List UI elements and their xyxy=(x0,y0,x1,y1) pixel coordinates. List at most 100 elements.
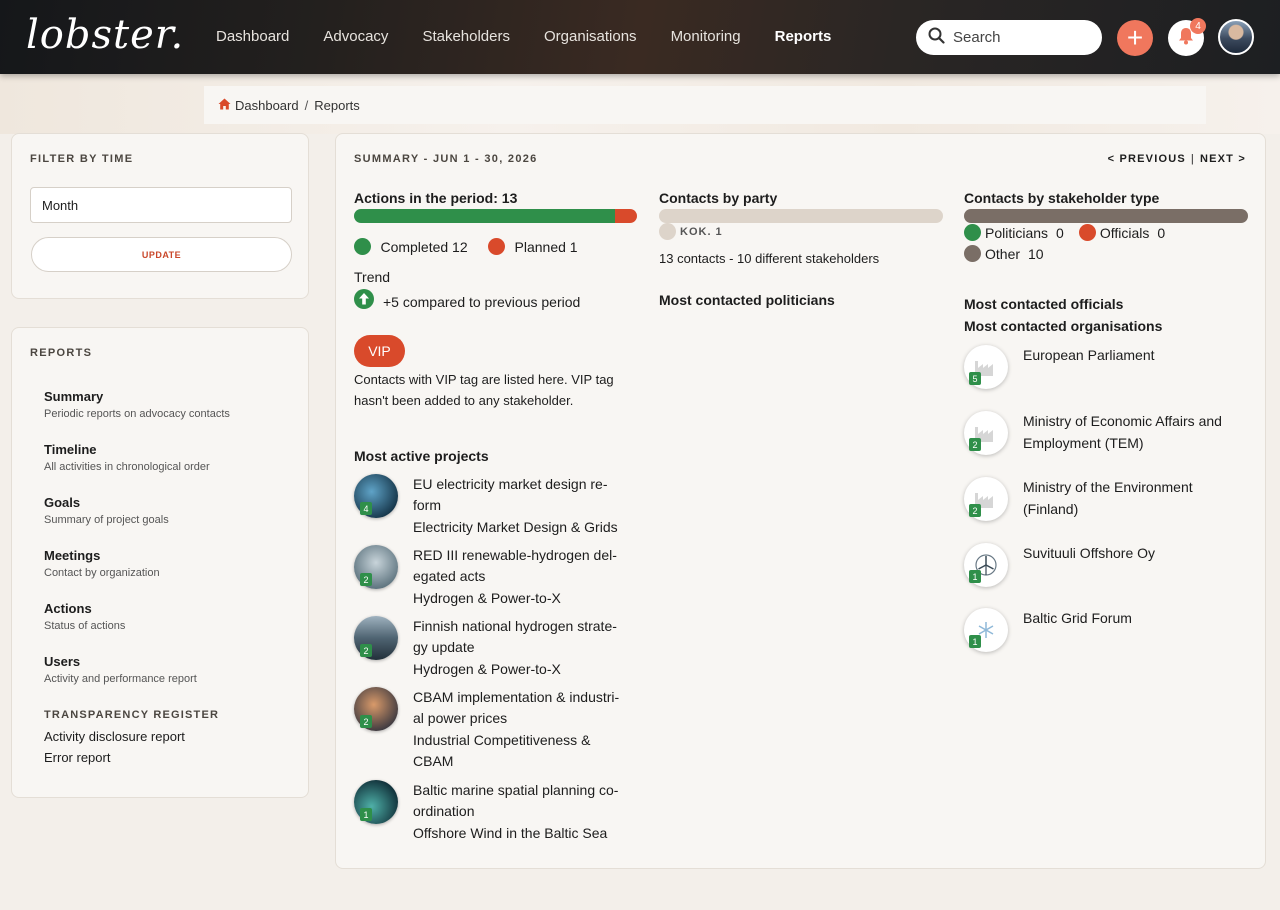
party-dot xyxy=(659,223,676,240)
organisation-name-line: Ministry of Economic Affairs and xyxy=(1023,413,1222,429)
organisation-name-line: European Parliament xyxy=(1023,347,1155,363)
stakeholder-type-bar xyxy=(964,209,1248,223)
nav-reports[interactable]: Reports xyxy=(775,28,832,45)
project-text: Finnish national hydrogen strate- gy upd… xyxy=(413,616,645,680)
report-item-desc: Status of actions xyxy=(44,620,126,632)
contacts-by-party-heading: Contacts by party xyxy=(659,190,778,206)
report-item-desc: All activities in chronological order xyxy=(44,461,210,473)
planned-dot xyxy=(488,238,506,256)
other-label: Other xyxy=(985,245,1021,262)
organisation-name: Ministry of the Environment (Finland) xyxy=(1023,477,1251,520)
most-active-projects-heading: Most active projects xyxy=(354,448,489,464)
organisation-count-badge: 1 xyxy=(969,635,981,648)
project-title-line: CBAM implementation & industri- xyxy=(413,689,620,705)
add-button[interactable]: + xyxy=(1117,20,1153,56)
nav-stakeholders[interactable]: Stakeholders xyxy=(422,28,510,45)
search-input[interactable] xyxy=(953,29,1083,46)
activity-disclosure-report-link[interactable]: Activity disclosure report xyxy=(44,729,185,744)
transparency-register-title: TRANSPARENCY REGISTER xyxy=(44,709,220,721)
reports-panel: REPORTS Summary Periodic reports on advo… xyxy=(11,327,309,798)
filter-by-time-panel: FILTER BY TIME Month UPDATE xyxy=(11,133,309,299)
vip-description-line: hasn't been added to any stakeholder. xyxy=(354,393,574,408)
filter-title: FILTER BY TIME xyxy=(30,153,134,165)
breadcrumb: Dashboard / Reports xyxy=(204,86,1206,124)
organisation-name: Ministry of Economic Affairs and Employm… xyxy=(1023,411,1251,454)
report-item-desc: Contact by organization xyxy=(44,567,160,579)
officials-dot xyxy=(1078,224,1096,241)
project-text: CBAM implementation & industri- al power… xyxy=(413,687,645,772)
project-title-line: Finnish national hydrogen strate- xyxy=(413,618,617,634)
other-dot xyxy=(964,245,981,262)
report-item-title: Users xyxy=(44,654,81,669)
next-link[interactable]: NEXT > xyxy=(1200,153,1246,165)
update-button[interactable]: UPDATE xyxy=(31,237,292,272)
project-count-badge: 1 xyxy=(360,808,372,821)
report-item-goals[interactable]: Goals Summary of project goals xyxy=(44,495,169,526)
most-contacted-politicians-heading: Most contacted politicians xyxy=(659,292,835,308)
report-item-timeline[interactable]: Timeline All activities in chronological… xyxy=(44,442,210,473)
error-report-link[interactable]: Error report xyxy=(44,750,110,765)
party-legend: KOK. 1 xyxy=(659,223,723,240)
project-title-line: form xyxy=(413,497,441,514)
home-icon[interactable] xyxy=(218,98,231,113)
report-item-users[interactable]: Users Activity and performance report xyxy=(44,654,197,685)
project-title-line: al power prices xyxy=(413,710,508,727)
organisation-name-line: Suvituuli Offshore Oy xyxy=(1023,545,1156,561)
search-icon xyxy=(928,27,945,49)
politicians-dot xyxy=(964,224,981,241)
organisation-name: Baltic Grid Forum xyxy=(1023,608,1251,630)
nav-organisations[interactable]: Organisations xyxy=(544,28,637,45)
project-title-line: EU electricity market design re- xyxy=(413,476,608,492)
party-bar xyxy=(659,209,943,223)
organisation-name: European Parliament xyxy=(1023,345,1251,367)
report-item-title: Goals xyxy=(44,495,81,510)
breadcrumb-current: Reports xyxy=(314,97,360,113)
report-item-actions[interactable]: Actions Status of actions xyxy=(44,601,125,632)
nav-dashboard[interactable]: Dashboard xyxy=(216,28,289,45)
actions-legend: Completed 12 Planned 1 xyxy=(354,238,578,256)
project-category: Electricity Market Design & Grids xyxy=(413,518,618,535)
trend-text: +5 compared to previous period xyxy=(383,293,581,310)
pager-separator: | xyxy=(1190,153,1195,165)
time-period-select[interactable]: Month xyxy=(30,187,292,223)
organisation-name-line: Ministry of the Environment xyxy=(1023,479,1193,495)
organisation-name-line: (Finland) xyxy=(1023,500,1079,517)
project-title-line: RED III renewable-hydrogen del- xyxy=(413,547,617,563)
report-item-desc: Activity and performance report xyxy=(44,673,197,685)
report-item-desc: Periodic reports on advocacy contacts xyxy=(44,408,230,420)
project-category: CBAM xyxy=(413,752,454,769)
nav-advocacy[interactable]: Advocacy xyxy=(323,28,388,45)
top-navigation-bar: lobster. Dashboard Advocacy Stakeholders… xyxy=(0,0,1280,74)
planned-label: Planned 1 xyxy=(514,238,578,255)
notification-count-badge: 4 xyxy=(1190,18,1206,34)
search-box[interactable] xyxy=(916,20,1102,55)
report-item-title: Actions xyxy=(44,601,92,616)
report-item-title: Meetings xyxy=(44,548,101,563)
project-text: Baltic marine spatial planning co- ordin… xyxy=(413,780,645,844)
breadcrumb-separator: / xyxy=(304,97,309,113)
organisation-count-badge: 2 xyxy=(969,438,981,451)
nav-monitoring[interactable]: Monitoring xyxy=(671,28,741,45)
notifications-button[interactable]: 4 xyxy=(1168,18,1206,56)
project-category: Hydrogen & Power-to-X xyxy=(413,589,561,606)
trend-row: +5 compared to previous period xyxy=(354,289,580,314)
project-count-badge: 2 xyxy=(360,644,372,657)
lobster-logo[interactable]: lobster. xyxy=(26,12,184,58)
project-title-line: egated acts xyxy=(413,568,486,585)
vip-tag-button[interactable]: VIP xyxy=(354,335,405,367)
user-avatar[interactable] xyxy=(1218,19,1254,55)
report-item-summary[interactable]: Summary Periodic reports on advocacy con… xyxy=(44,389,230,420)
completed-dot xyxy=(354,238,371,256)
project-title-line: Baltic marine spatial planning co- xyxy=(413,782,619,798)
project-title-line: ordination xyxy=(413,803,475,820)
report-item-desc: Summary of project goals xyxy=(44,514,169,526)
politicians-label: Politicians xyxy=(985,224,1049,241)
organisation-count-badge: 2 xyxy=(969,504,981,517)
report-item-meetings[interactable]: Meetings Contact by organization xyxy=(44,548,160,579)
project-text: EU electricity market design re- form El… xyxy=(413,474,645,538)
project-title-line: gy update xyxy=(413,639,475,656)
breadcrumb-dashboard-link[interactable]: Dashboard xyxy=(235,98,299,113)
organisation-count-badge: 1 xyxy=(969,570,981,583)
previous-link[interactable]: < PREVIOUS xyxy=(1108,153,1186,165)
project-category: Offshore Wind in the Baltic Sea xyxy=(413,824,608,841)
